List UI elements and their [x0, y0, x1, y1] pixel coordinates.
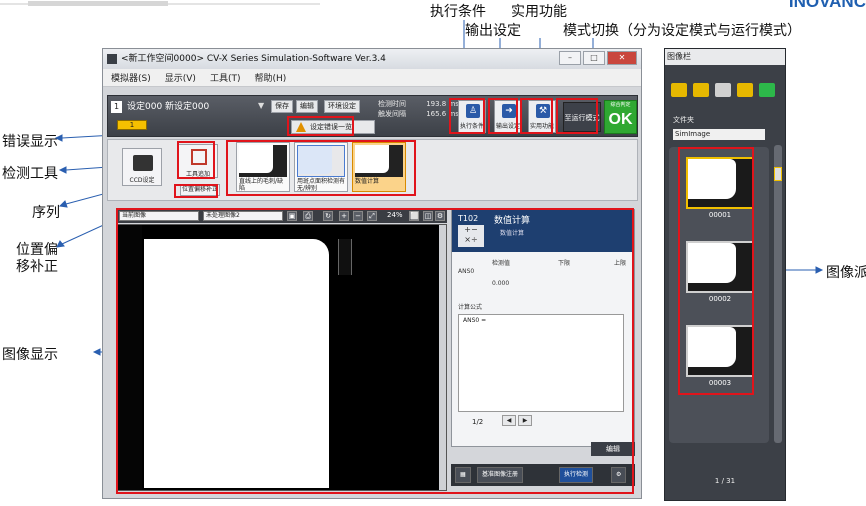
menu-simulator[interactable]: 模拟器(S) — [111, 71, 151, 84]
save-button[interactable]: 保存 — [271, 100, 293, 113]
open-folder-icon[interactable] — [671, 83, 687, 97]
setting-selector[interactable]: 1 设定000 新设定000 — [111, 100, 271, 114]
setting-name: 设定000 新设定000 — [127, 102, 210, 112]
menu-help[interactable]: 帮助(H) — [254, 71, 286, 84]
app-icon — [107, 54, 117, 64]
highlight-sequence — [226, 140, 416, 196]
highlight-exec-condition — [449, 98, 485, 134]
menu-bar: 模拟器(S) 显示(V) 工具(T) 帮助(H) — [103, 69, 641, 87]
close-button[interactable]: ✕ — [607, 51, 637, 65]
detect-time-value: 193.8 — [426, 100, 447, 108]
image-bar-toolbar — [671, 83, 775, 97]
setting-number: 1 — [111, 101, 122, 113]
highlight-position-offset — [174, 184, 218, 198]
highlight-mode-switch — [556, 98, 598, 134]
copy-icon[interactable] — [693, 83, 709, 97]
ccd-setting-button[interactable]: CCD设定 — [122, 148, 162, 186]
highlight-utility — [520, 98, 553, 134]
image-page-indicator: 1 / 31 — [714, 477, 736, 485]
judgement-label: 综合判定 — [610, 102, 631, 108]
highlight-output-setting — [488, 98, 518, 134]
highlight-image-display — [116, 208, 634, 494]
title-bar: <新工作空间0000> CV-X Series Simulation-Softw… — [103, 49, 641, 69]
scroll-thumb[interactable] — [774, 167, 782, 181]
timing-info: 检测时间 193.8 ms 触发间隔 165.6 ms — [378, 99, 459, 119]
refresh-icon[interactable] — [759, 83, 775, 97]
camera-icon — [133, 155, 153, 171]
highlight-error-display — [287, 116, 354, 136]
judgement-indicator: 综合判定 OK — [604, 100, 637, 134]
folder-label: 文件夹 — [673, 116, 694, 124]
menu-tools[interactable]: 工具(T) — [210, 71, 241, 84]
chevron-down-icon[interactable]: ▼ — [258, 101, 264, 110]
ccd-setting-label: CCD设定 — [129, 177, 155, 184]
trigger-interval-label: 触发间隔 — [378, 110, 406, 118]
image-bar-scrollbar[interactable] — [774, 145, 782, 443]
folder-select[interactable]: SimImage — [673, 129, 765, 140]
highlight-add-tool — [177, 141, 215, 179]
minimize-button[interactable]: – — [559, 51, 581, 65]
image-bar-title: 图像栏 — [665, 49, 785, 65]
camera-tab[interactable]: 1 — [117, 120, 147, 130]
judgement-ok: OK — [608, 111, 633, 128]
delete-icon[interactable] — [715, 83, 731, 97]
trigger-interval-value: 165.6 — [426, 110, 447, 118]
edit-dropdown[interactable]: 编辑 — [296, 100, 318, 113]
env-setting-dropdown[interactable]: 环境设定 — [324, 100, 360, 113]
window-title: <新工作空间0000> CV-X Series Simulation-Softw… — [121, 54, 386, 64]
highlight-image-bar — [678, 147, 754, 395]
menu-view[interactable]: 显示(V) — [165, 71, 196, 84]
detect-time-label: 检测时间 — [378, 100, 406, 108]
folder-icon[interactable] — [737, 83, 753, 97]
maximize-button[interactable]: □ — [583, 51, 605, 65]
